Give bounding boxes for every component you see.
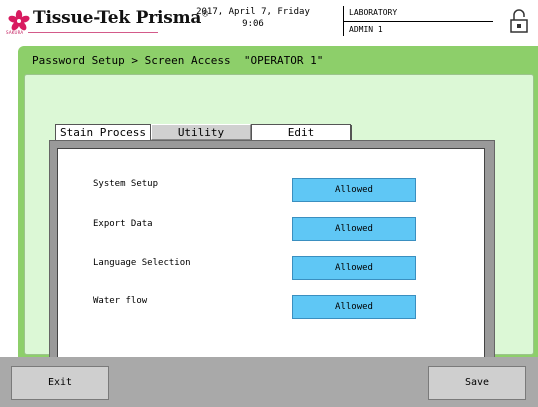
- panel-body: Stain Process Utility Edit System Setup …: [24, 74, 534, 376]
- lock-icon[interactable]: [508, 8, 530, 34]
- allowed-button-system-setup[interactable]: Allowed: [292, 178, 416, 202]
- tab-stain-process[interactable]: Stain Process: [55, 124, 151, 140]
- site-user-box: LABORATORY ADMIN 1: [343, 6, 493, 36]
- footer-bar: Exit Save: [0, 357, 538, 407]
- row-label-language-selection: Language Selection: [93, 258, 191, 268]
- access-list: System Setup Allowed Export Data Allowed…: [57, 148, 485, 368]
- date-text: 2017, April 7, Friday: [196, 7, 310, 17]
- sakura-logo-icon: [8, 10, 30, 31]
- maker-underline: [28, 32, 158, 33]
- tab-utility[interactable]: Utility: [151, 124, 251, 140]
- site-name: LABORATORY: [349, 8, 398, 17]
- site-underline: [343, 21, 493, 22]
- date-time: 2017, April 7, Friday 9:06: [196, 6, 310, 30]
- user-name: ADMIN 1: [349, 25, 383, 34]
- row-label-system-setup: System Setup: [93, 179, 159, 189]
- maker-name: SAKURA: [6, 30, 24, 35]
- screen-access-panel: Password Setup > Screen Access "OPERATOR…: [18, 46, 538, 376]
- row-label-water-flow: Water flow: [93, 296, 148, 306]
- app-header: Tissue-Tek Prisma® SAKURA 2017, April 7,…: [0, 0, 538, 44]
- brand-name: Tissue-Tek Prisma®: [33, 8, 210, 28]
- allowed-button-language-selection[interactable]: Allowed: [292, 256, 416, 280]
- save-button[interactable]: Save: [428, 366, 526, 400]
- row-label-export-data: Export Data: [93, 219, 153, 229]
- allowed-button-water-flow[interactable]: Allowed: [292, 295, 416, 319]
- tab-divider: [351, 125, 352, 140]
- content-frame: System Setup Allowed Export Data Allowed…: [49, 140, 495, 376]
- exit-button[interactable]: Exit: [11, 366, 109, 400]
- time-text: 9:06: [242, 19, 264, 29]
- tab-edit[interactable]: Edit: [251, 124, 351, 140]
- allowed-button-export-data[interactable]: Allowed: [292, 217, 416, 241]
- panel-title: Password Setup > Screen Access "OPERATOR…: [32, 54, 324, 67]
